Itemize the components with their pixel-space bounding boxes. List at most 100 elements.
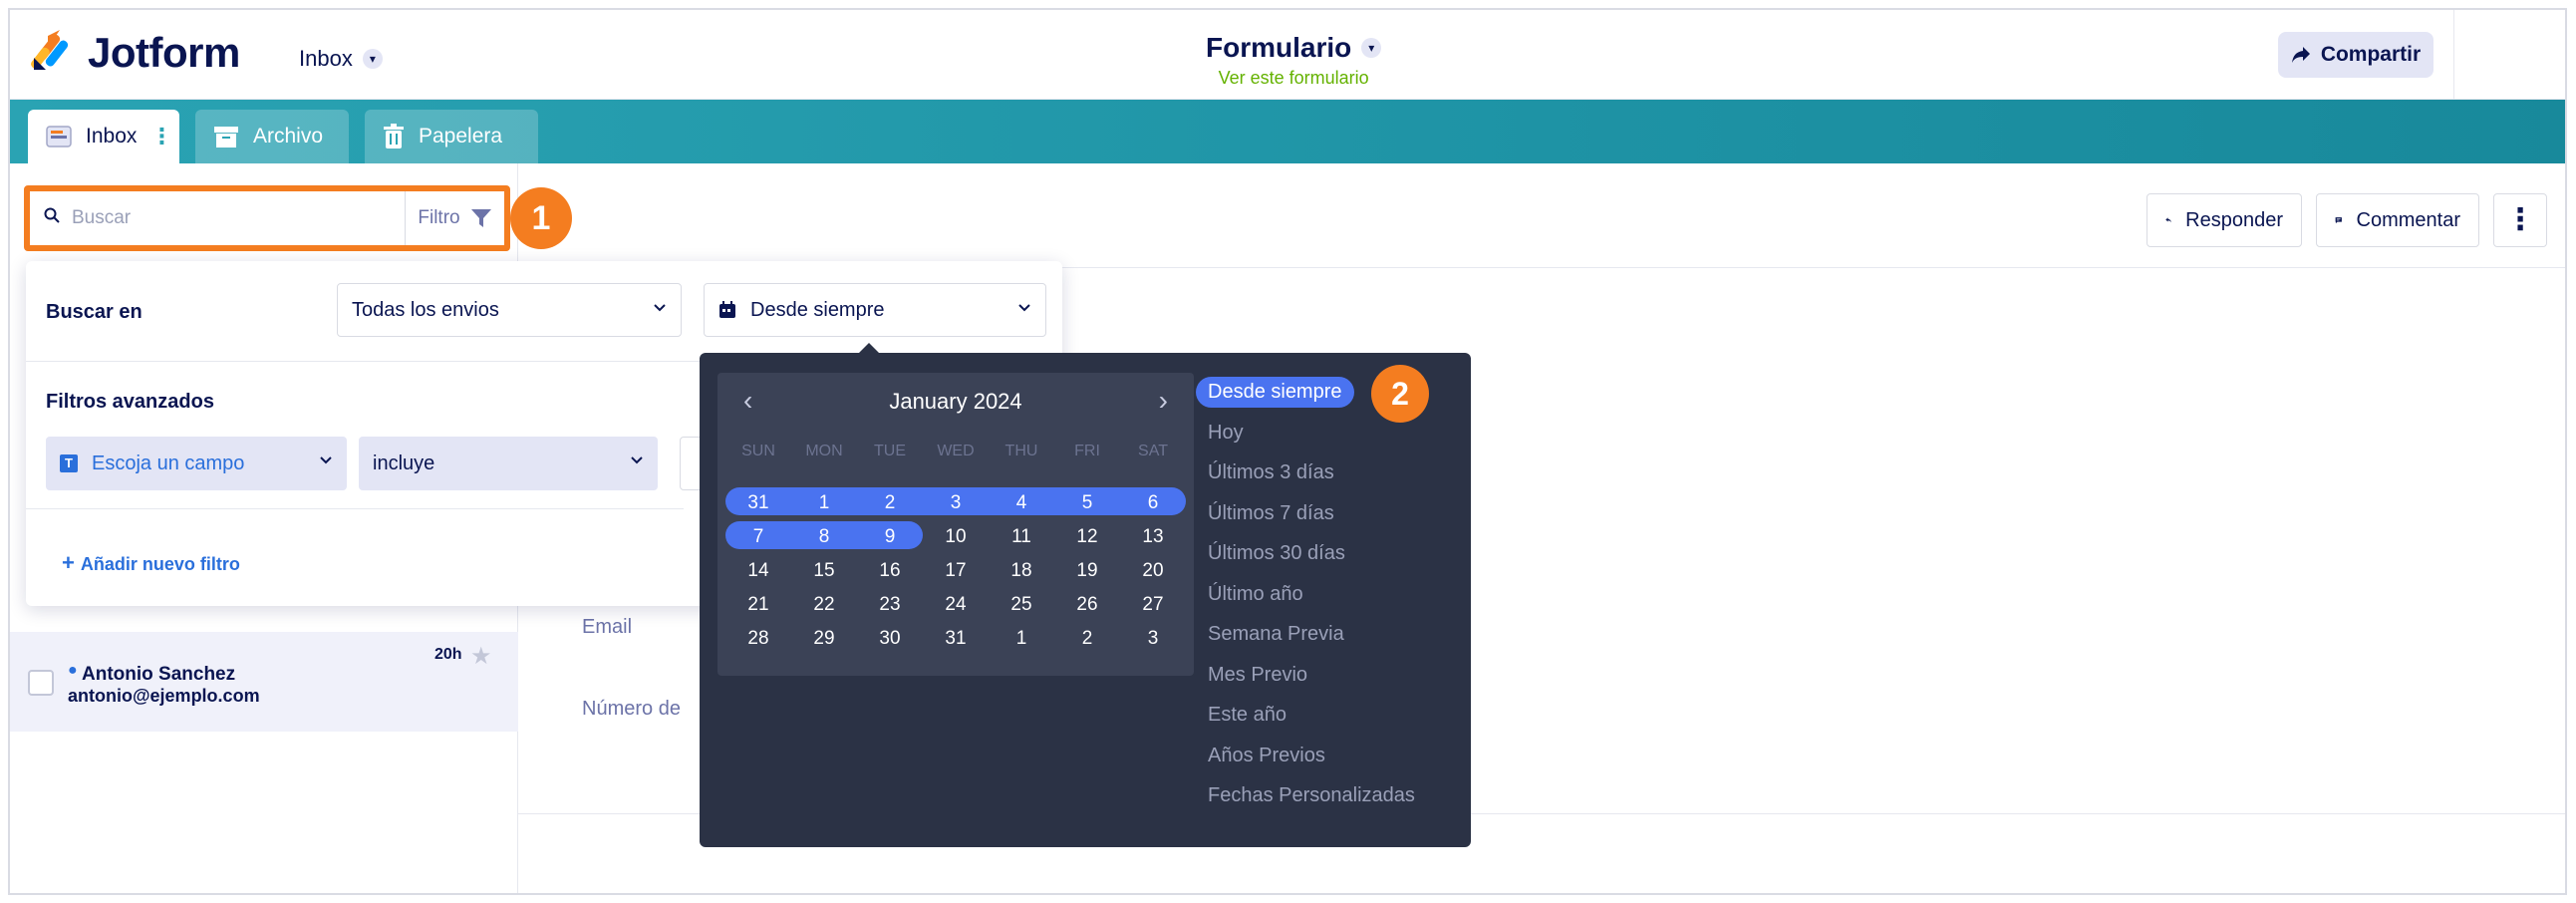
view-form-link[interactable]: Ver este formulario: [1206, 68, 1381, 89]
row-checkbox[interactable]: [28, 670, 54, 696]
calendar-day[interactable]: 27: [1120, 594, 1186, 616]
condition-select-value: incluye: [373, 452, 435, 474]
add-filter-link[interactable]: + Añadir nuevo filtro: [62, 550, 240, 576]
date-preset-option[interactable]: Años Previos: [1208, 745, 1325, 767]
date-preset-option[interactable]: Últimos 30 días: [1208, 542, 1345, 565]
date-range-select[interactable]: Desde siempre: [704, 283, 1046, 337]
more-options-button[interactable]: ⋮: [2493, 193, 2547, 247]
calendar-day[interactable]: 3: [923, 492, 989, 514]
calendar-day[interactable]: 13: [1120, 526, 1186, 548]
calendar-day[interactable]: 15: [791, 560, 857, 582]
calendar-day[interactable]: 6: [1120, 492, 1186, 514]
calendar-day[interactable]: 2: [1054, 628, 1120, 650]
plus-icon: +: [62, 550, 75, 575]
inbox-switcher[interactable]: Inbox ▾: [299, 46, 383, 72]
search-bar: Filtro: [30, 191, 504, 245]
chevron-down-icon: [631, 456, 643, 464]
calendar-day[interactable]: 21: [725, 594, 791, 616]
calendar-month: January 2024: [889, 389, 1022, 414]
calendar-day[interactable]: 31: [923, 628, 989, 650]
weekday-label: MON: [805, 443, 843, 459]
search-input[interactable]: [30, 191, 405, 245]
calendar-day[interactable]: 3: [1120, 628, 1186, 650]
tab-inbox[interactable]: Inbox ⋮: [28, 110, 179, 163]
date-preset-option[interactable]: Últimos 3 días: [1208, 461, 1334, 484]
field-label-number: Número de: [582, 698, 681, 720]
field-select[interactable]: T Escoja un campo: [46, 437, 347, 490]
calendar-day[interactable]: 28: [725, 628, 791, 650]
tab-trash[interactable]: Papelera: [365, 110, 538, 163]
tab-strip: Inbox ⋮ Archivo Papelera: [10, 100, 2565, 163]
date-range-select-value: Desde siempre: [750, 298, 885, 321]
calendar-day[interactable]: 29: [791, 628, 857, 650]
calendar-day[interactable]: 19: [1054, 560, 1120, 582]
logo-text: Jotform: [88, 29, 240, 76]
calendar-day[interactable]: 8: [791, 526, 857, 548]
calendar-day[interactable]: 30: [857, 628, 923, 650]
date-preset-option[interactable]: Fechas Personalizadas: [1208, 784, 1415, 807]
calendar-day[interactable]: 23: [857, 594, 923, 616]
weekday-label: THU: [1004, 443, 1038, 459]
calendar-day[interactable]: 20: [1120, 560, 1186, 582]
chevron-down-icon: ▾: [1361, 38, 1382, 58]
filter-button[interactable]: Filtro: [405, 191, 504, 245]
date-preset-option[interactable]: Este año: [1208, 704, 1287, 727]
weekday-label: TUE: [874, 443, 906, 459]
calendar-day[interactable]: 18: [989, 560, 1054, 582]
calendar-day[interactable]: 22: [791, 594, 857, 616]
search-in-select-value: Todas los envios: [352, 298, 499, 321]
calendar-day[interactable]: 25: [989, 594, 1054, 616]
calendar-day[interactable]: 26: [1054, 594, 1120, 616]
calendar-day[interactable]: 1: [989, 628, 1054, 650]
share-button[interactable]: Compartir: [2278, 32, 2433, 78]
date-preset-option[interactable]: Últimos 7 días: [1208, 502, 1334, 525]
star-icon[interactable]: ★: [470, 642, 492, 671]
calendar-day[interactable]: 11: [989, 526, 1054, 548]
chevron-down-icon: ▾: [362, 49, 383, 69]
calendar-day[interactable]: 17: [923, 560, 989, 582]
calendar-day[interactable]: 1: [791, 492, 857, 514]
form-title-block: Formulario ▾ Ver este formulario: [1206, 32, 1382, 89]
calendar: ‹ January 2024 › SUN MON TUE WED THU FRI SAT 31…: [717, 373, 1194, 676]
condition-select[interactable]: incluye: [359, 437, 658, 490]
app-window: Jotform Inbox ▾ Formulario ▾ Ver este fo…: [8, 8, 2567, 895]
calendar-day[interactable]: 9: [857, 526, 923, 548]
tab-archive-label: Archivo: [253, 125, 324, 148]
inbox-icon: [46, 126, 72, 148]
date-preset-option[interactable]: Último año: [1208, 583, 1303, 606]
date-preset-option[interactable]: Mes Previo: [1208, 664, 1307, 687]
step-badge-1: 1: [510, 187, 572, 249]
tab-archive[interactable]: Archivo: [195, 110, 349, 163]
submission-row[interactable]: ● Antonio Sanchez antonio@ejemplo.com 20…: [10, 632, 518, 732]
date-preset-option[interactable]: Semana Previa: [1208, 623, 1344, 646]
submission-name: Antonio Sanchez: [82, 664, 236, 685]
funnel-icon: [470, 209, 491, 227]
date-preset-option[interactable]: Desde siempre: [1196, 377, 1354, 408]
kebab-icon[interactable]: ⋮: [150, 126, 172, 148]
next-month-icon[interactable]: ›: [1159, 385, 1168, 417]
submission-time: 20h: [434, 646, 462, 663]
jotform-logo[interactable]: Jotform: [30, 28, 240, 78]
calendar-day[interactable]: 14: [725, 560, 791, 582]
calendar-day[interactable]: 7: [725, 526, 791, 548]
comment-button[interactable]: Commentar: [2316, 193, 2479, 247]
top-bar: Jotform Inbox ▾ Formulario ▾ Ver este fo…: [10, 10, 2565, 100]
calendar-day[interactable]: 5: [1054, 492, 1120, 514]
reply-icon: [2165, 217, 2171, 223]
form-title-text: Formulario: [1206, 32, 1352, 63]
calendar-day[interactable]: 16: [857, 560, 923, 582]
reply-button[interactable]: Responder: [2147, 193, 2302, 247]
calendar-icon: [719, 301, 735, 318]
reply-button-label: Responder: [2185, 208, 2283, 231]
calendar-day[interactable]: 2: [857, 492, 923, 514]
calendar-day[interactable]: 12: [1054, 526, 1120, 548]
form-title[interactable]: Formulario ▾: [1206, 32, 1382, 64]
date-preset-option[interactable]: Hoy: [1208, 422, 1244, 445]
search-in-select[interactable]: Todas los envios: [337, 283, 682, 337]
calendar-day[interactable]: 4: [989, 492, 1054, 514]
calendar-day[interactable]: 10: [923, 526, 989, 548]
search-in-label: Buscar en: [46, 301, 143, 323]
calendar-day[interactable]: 24: [923, 594, 989, 616]
weekday-label: FRI: [1074, 443, 1100, 459]
calendar-day[interactable]: 31: [725, 492, 791, 514]
